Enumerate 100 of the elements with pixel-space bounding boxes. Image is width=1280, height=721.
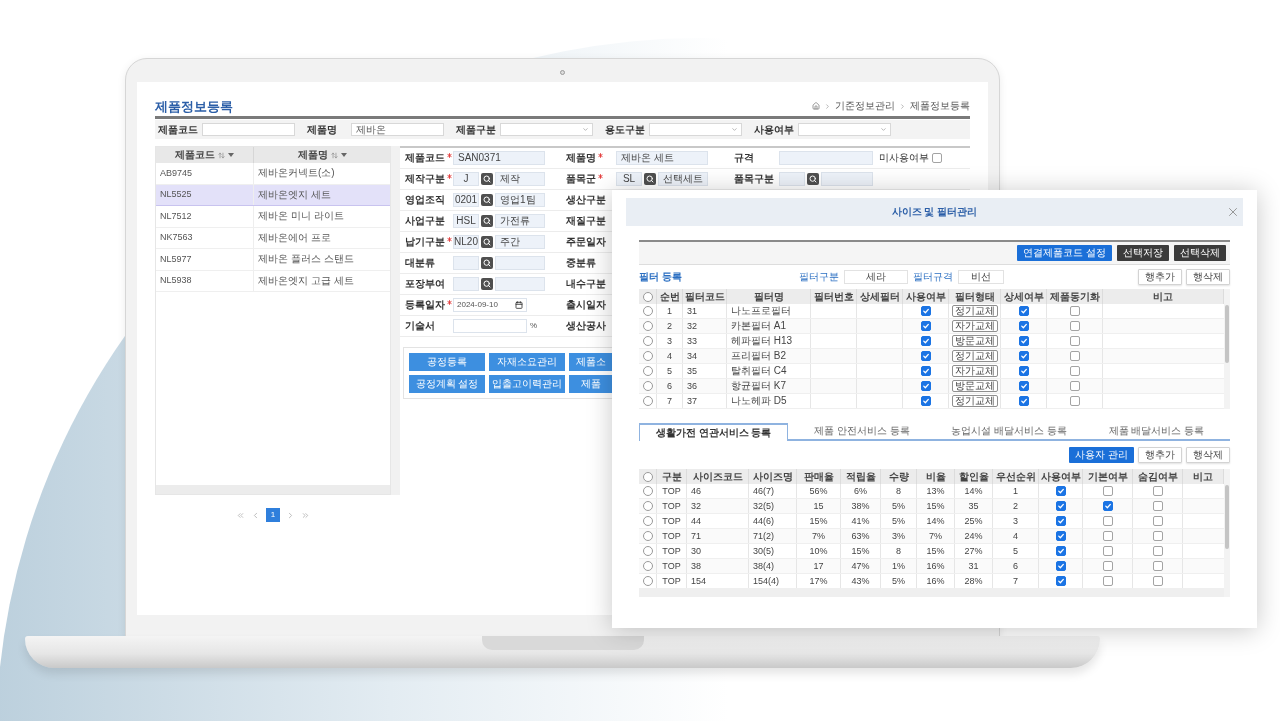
column-header[interactable]: 제품명 (254, 147, 390, 163)
horizontal-scrollbar[interactable] (156, 485, 390, 494)
tab[interactable]: 제품 배달서비스 등록 (1082, 423, 1230, 441)
name-field[interactable]: 제작 (495, 172, 545, 186)
search-field[interactable]: 제바온 (351, 123, 444, 136)
checkbox[interactable] (920, 351, 931, 361)
checkbox[interactable] (1152, 576, 1163, 586)
tab[interactable]: 생활가전 연관서비스 등록 (639, 423, 789, 441)
checkbox[interactable] (932, 153, 942, 163)
search-icon[interactable] (481, 173, 493, 185)
code-field[interactable] (453, 277, 479, 291)
search-icon[interactable] (644, 173, 656, 185)
page-button[interactable]: 1 (266, 508, 280, 522)
double-chevron-right-icon[interactable] (301, 510, 310, 520)
breadcrumb-link[interactable]: 제품정보등록 (910, 101, 970, 111)
checkbox[interactable] (1018, 306, 1029, 316)
scrollbar-thumb[interactable] (1225, 485, 1229, 549)
checkbox[interactable] (920, 396, 931, 406)
action-button[interactable]: 연결제품코드 설정 (1017, 245, 1112, 261)
row-select-checkbox[interactable] (642, 531, 653, 541)
close-icon[interactable] (1226, 205, 1240, 219)
checkbox[interactable] (1152, 531, 1163, 541)
text-field[interactable]: SAN0371 (453, 151, 545, 165)
row-select-checkbox[interactable] (642, 321, 653, 331)
checkbox[interactable] (1069, 366, 1080, 376)
row-select-checkbox[interactable] (642, 291, 653, 302)
checkbox[interactable] (920, 321, 931, 331)
row-select-checkbox[interactable] (642, 381, 653, 391)
checkbox[interactable] (1018, 396, 1029, 406)
filter-value-field[interactable]: 세라 (843, 270, 908, 284)
code-field[interactable] (779, 172, 805, 186)
checkbox[interactable] (1152, 486, 1163, 496)
checkbox[interactable] (1102, 531, 1113, 541)
text-field[interactable]: 제바온 세트 (616, 151, 708, 165)
search-icon[interactable] (481, 236, 493, 248)
horizontal-scrollbar[interactable] (639, 589, 1224, 597)
checkbox[interactable] (1102, 546, 1113, 556)
checkbox[interactable] (1102, 576, 1113, 586)
checkbox[interactable] (1069, 336, 1080, 346)
name-field[interactable] (821, 172, 873, 186)
search-field[interactable] (202, 123, 295, 136)
row-select-checkbox[interactable] (642, 516, 653, 526)
checkbox[interactable] (1102, 486, 1113, 496)
checkbox[interactable] (1069, 396, 1080, 406)
action-button[interactable]: 사용자 관리 (1069, 447, 1134, 463)
action-button[interactable]: 선택저장 (1117, 245, 1169, 261)
row-select-checkbox[interactable] (642, 546, 653, 556)
checkbox[interactable] (1152, 546, 1163, 556)
table-row[interactable]: AB9745 제바온커넥트(소) (156, 163, 390, 185)
checkbox[interactable] (1152, 516, 1163, 526)
row-select-checkbox[interactable] (642, 351, 653, 361)
checkbox[interactable] (1055, 516, 1066, 526)
checkbox[interactable] (1055, 501, 1066, 511)
action-button[interactable]: 제품 (569, 375, 612, 393)
checkbox[interactable] (920, 366, 931, 376)
calendar-icon[interactable] (515, 301, 523, 309)
code-field[interactable]: SL (616, 172, 642, 186)
row-select-checkbox[interactable] (642, 396, 653, 406)
name-field[interactable]: 주간 (495, 235, 545, 249)
checkbox[interactable] (1152, 501, 1163, 511)
text-field[interactable] (779, 151, 873, 165)
row-select-checkbox[interactable] (642, 576, 653, 586)
table-row[interactable]: NL5938 제바온엣지 고급 세트 (156, 270, 390, 292)
checkbox[interactable] (1069, 321, 1080, 331)
double-chevron-left-icon[interactable] (236, 510, 245, 520)
search-icon[interactable] (481, 194, 493, 206)
checkbox[interactable] (1102, 501, 1113, 511)
dropdown[interactable] (798, 123, 891, 136)
checkbox[interactable] (1055, 576, 1066, 586)
row-select-checkbox[interactable] (642, 471, 653, 482)
home-icon[interactable] (812, 102, 820, 110)
caret-down-icon[interactable] (228, 153, 234, 157)
table-row[interactable]: NL5977 제바온 플러스 스탠드 (156, 249, 390, 271)
sort-icon[interactable] (330, 151, 338, 159)
table-row[interactable]: NL5525 제바온엣지 세트 (156, 184, 390, 206)
checkbox[interactable] (920, 306, 931, 316)
row-select-checkbox[interactable] (642, 306, 653, 316)
name-field[interactable]: 선택세트 (658, 172, 708, 186)
row-select-checkbox[interactable] (642, 336, 653, 346)
breadcrumb-link[interactable]: 기준정보관리 (835, 101, 895, 111)
action-button[interactable]: 행삭제 (1186, 269, 1230, 285)
action-button[interactable]: 행삭제 (1186, 447, 1230, 463)
checkbox[interactable] (1018, 381, 1029, 391)
tab[interactable]: 농업시설 배달서비스 등록 (935, 423, 1083, 441)
row-select-checkbox[interactable] (642, 561, 653, 571)
action-button[interactable]: 행추가 (1138, 269, 1182, 285)
action-button[interactable]: 행추가 (1138, 447, 1182, 463)
row-select-checkbox[interactable] (642, 501, 653, 511)
code-field[interactable]: NL20 (453, 235, 479, 249)
checkbox[interactable] (1055, 561, 1066, 571)
row-select-checkbox[interactable] (642, 486, 653, 496)
checkbox[interactable] (920, 381, 931, 391)
checkbox[interactable] (1018, 321, 1029, 331)
caret-down-icon[interactable] (340, 153, 347, 157)
sort-icon[interactable] (218, 151, 225, 159)
checkbox[interactable] (920, 336, 931, 346)
table-row[interactable]: NL7512 제바온 미니 라이트 (156, 206, 390, 228)
checkbox[interactable] (1055, 546, 1066, 556)
number-field[interactable] (453, 319, 527, 333)
checkbox[interactable] (1152, 561, 1163, 571)
